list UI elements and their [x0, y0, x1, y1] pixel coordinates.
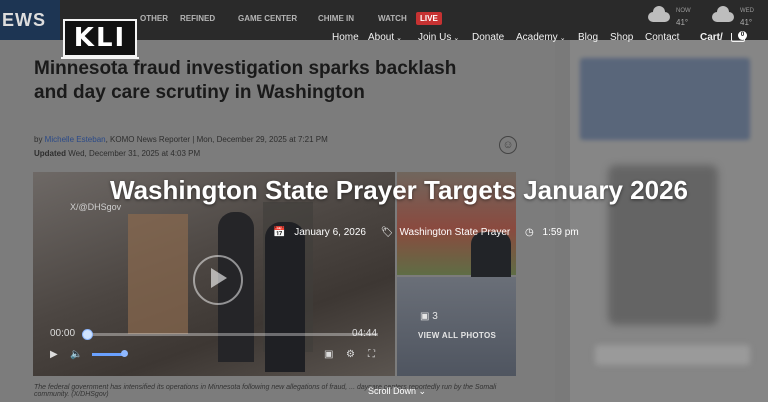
updated-label: Updated — [34, 149, 66, 158]
nav-contact[interactable]: Contact — [645, 32, 679, 43]
chevron-down-icon: ⌄ — [453, 35, 460, 42]
byline-details: , KOMO News Reporter | Mon, December 29,… — [105, 135, 328, 144]
scroll-down-button[interactable]: Scroll Down ⌄ — [368, 386, 426, 397]
picture-in-picture-icon[interactable]: ▣ — [324, 349, 333, 360]
play-icon — [211, 268, 227, 288]
news-nav-item[interactable]: OTHER — [140, 14, 168, 23]
view-all-photos-link[interactable]: VIEW ALL PHOTOS — [418, 331, 496, 340]
nav-label: Blog — [578, 32, 599, 43]
nav-label: About — [368, 32, 395, 43]
nav-academy[interactable]: Academy ⌄ — [516, 32, 566, 43]
updated-line: Updated Wed, December 31, 2025 at 4:03 P… — [34, 149, 200, 158]
updated-value: Wed, December 31, 2025 at 4:03 PM — [68, 149, 201, 158]
article-headline: Minnesota fraud investigation sparks bac… — [34, 57, 514, 105]
news-nav-item[interactable]: REFINED — [180, 14, 215, 23]
nav-label: Join Us — [418, 32, 452, 43]
nav-blog[interactable]: Blog — [578, 32, 598, 43]
volume-icon[interactable]: 🔈 — [70, 349, 82, 360]
video-scene-person — [265, 222, 305, 372]
nav-about[interactable]: About ⌄ — [368, 32, 402, 43]
photo-count: ▣ 3 — [420, 311, 438, 322]
sidebar-card — [580, 58, 750, 140]
video-caption: The federal government has intensified i… — [34, 384, 497, 398]
event-time: ◷ 1:59 pm — [525, 227, 585, 238]
cart-count-badge: 0 — [738, 31, 747, 40]
video-current-time: 00:00 — [50, 328, 76, 339]
event-time-text: 1:59 pm — [542, 227, 579, 238]
chevron-down-icon: ⌄ — [396, 35, 403, 42]
byline-prefix: by — [34, 135, 45, 144]
weather-temp: 41° — [740, 18, 753, 27]
logo-underline — [61, 57, 139, 59]
play-icon[interactable]: ▶ — [50, 349, 58, 360]
nav-label: Academy — [516, 32, 558, 43]
weather-label: NOW — [676, 8, 691, 14]
headline-line: and day care scrutiny in Washington — [34, 82, 365, 103]
event-title: Washington State Prayer Targets January … — [110, 175, 688, 205]
accessibility-icon[interactable]: ☺ — [499, 136, 517, 154]
news-nav-item[interactable]: CHIME IN — [318, 14, 354, 23]
event-date-text: January 6, 2026 — [294, 227, 366, 238]
chevron-down-icon: ⌄ — [418, 386, 427, 396]
author-link[interactable]: Michelle Esteban — [45, 135, 106, 144]
photo-count-value: 3 — [432, 311, 438, 322]
nav-shop[interactable]: Shop — [610, 32, 633, 43]
weather-wed: WED 41° — [712, 6, 768, 34]
fullscreen-icon[interactable]: ⛶ — [368, 349, 375, 360]
event-date: 📅 January 6, 2026 — [273, 227, 372, 238]
video-scene-wall — [128, 214, 188, 334]
weather-label: WED — [740, 8, 754, 14]
video-progress-bar[interactable] — [86, 333, 378, 336]
cart-link[interactable]: Cart/ — [700, 32, 723, 43]
nav-label: Donate — [472, 32, 505, 43]
weather-temp: 41° — [676, 18, 689, 27]
cloud-icon — [712, 6, 734, 22]
nav-label: Shop — [610, 32, 634, 43]
cloud-icon — [648, 6, 670, 22]
news-nav-item[interactable]: WATCH — [378, 14, 407, 23]
calendar-icon: 📅 — [273, 227, 286, 238]
scroll-down-label: Scroll Down — [368, 386, 417, 396]
news-nav-item[interactable]: GAME CENTER — [238, 14, 297, 23]
event-category-text: Washington State Prayer — [399, 227, 511, 238]
event-meta: 📅 January 6, 2026 🏷 Washington State Pray… — [273, 227, 591, 238]
live-badge[interactable]: LIVE — [416, 12, 442, 25]
nav-donate[interactable]: Donate — [472, 32, 504, 43]
main-nav: Home About ⌄ Join Us ⌄ Donate Academy ⌄ Blo… — [0, 32, 768, 46]
event-category[interactable]: 🏷 Washington State Prayer — [381, 227, 517, 238]
headline-line: Minnesota fraud investigation sparks bac… — [34, 58, 457, 79]
byline: by Michelle Esteban, KOMO News Reporter … — [34, 135, 328, 144]
volume-handle[interactable] — [121, 350, 128, 357]
nav-join-us[interactable]: Join Us ⌄ — [418, 32, 459, 43]
nav-label: Contact — [645, 32, 680, 43]
tag-icon: 🏷 — [380, 227, 394, 238]
nav-home[interactable]: Home — [332, 32, 359, 43]
sidebar-text — [595, 345, 750, 365]
weather-now: NOW 41° — [648, 6, 708, 34]
settings-gear-icon[interactable]: ⚙ — [346, 349, 355, 360]
video-progress-handle[interactable] — [82, 329, 93, 340]
gallery-thumbnail-figure — [471, 232, 511, 280]
gallery-thumbnail[interactable] — [397, 277, 516, 376]
nav-label: Home — [332, 32, 359, 43]
clock-icon: ◷ — [525, 227, 534, 238]
chevron-down-icon: ⌄ — [559, 35, 566, 42]
